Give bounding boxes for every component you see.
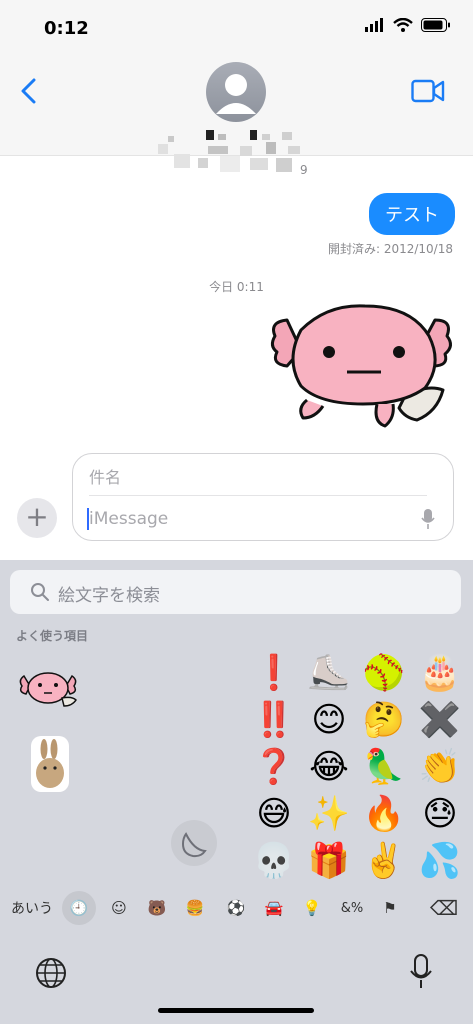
pixelated-contact-name[interactable]: 9 bbox=[158, 128, 318, 178]
add-attachment-button[interactable]: + bbox=[17, 498, 57, 538]
dictation-mic-icon[interactable] bbox=[421, 508, 435, 530]
food-category-icon[interactable]: 🍔 bbox=[179, 888, 211, 928]
kana-keyboard-button[interactable]: あいう bbox=[6, 888, 58, 928]
emoji-key[interactable]: ✖️ bbox=[416, 697, 464, 743]
emoji-key[interactable]: 💀 bbox=[250, 838, 298, 884]
delete-key-icon[interactable]: ⌫ bbox=[424, 888, 464, 928]
rabbit-sticker-thumbnail[interactable] bbox=[30, 735, 70, 793]
emoji-search-input[interactable]: 絵文字を検索 bbox=[58, 581, 160, 606]
emoji-key[interactable]: 😊 bbox=[305, 697, 353, 743]
activity-category-icon[interactable]: ⚽ bbox=[220, 888, 252, 928]
smileys-category-icon[interactable]: ☺ bbox=[103, 888, 135, 928]
emoji-key[interactable]: 🤔 bbox=[360, 697, 408, 743]
symbols-category-icon[interactable]: &% bbox=[336, 888, 368, 928]
compose-box[interactable]: 件名 iMessage bbox=[72, 453, 454, 541]
contact-number-suffix: 9 bbox=[300, 163, 308, 177]
objects-category-icon[interactable]: 💡 bbox=[296, 888, 328, 928]
video-call-icon[interactable] bbox=[411, 78, 445, 104]
subject-field[interactable]: 件名 bbox=[89, 464, 121, 488]
emoji-key[interactable]: 😂 bbox=[305, 744, 353, 790]
frequently-used-label: よく使う項目 bbox=[16, 629, 89, 643]
travel-category-icon[interactable]: 🚘 bbox=[258, 888, 290, 928]
back-chevron-icon[interactable] bbox=[16, 78, 42, 104]
compose-divider bbox=[89, 495, 427, 496]
person-icon bbox=[216, 74, 256, 114]
emoji-key[interactable]: ✨ bbox=[305, 791, 353, 837]
axolotl-sticker[interactable] bbox=[267, 300, 457, 436]
message-input[interactable]: iMessage bbox=[89, 509, 168, 529]
emoji-key[interactable]: 🎁 bbox=[305, 838, 353, 884]
axolotl-sticker-thumbnail[interactable] bbox=[18, 666, 78, 710]
read-receipt: 開封済み: 2012/10/18 bbox=[327, 242, 453, 256]
emoji-key[interactable]: 🦜 bbox=[360, 744, 408, 790]
emoji-key[interactable]: 💦 bbox=[416, 838, 464, 884]
timestamp: 今日 0:11 bbox=[209, 280, 264, 294]
emoji-key[interactable]: 😅 bbox=[250, 791, 298, 837]
emoji-key[interactable]: ❓ bbox=[250, 744, 298, 790]
emoji-key[interactable]: 🥎 bbox=[360, 650, 408, 696]
emoji-search-bar[interactable]: 絵文字を検索 bbox=[10, 570, 461, 614]
emoji-key[interactable]: ⛸️ bbox=[305, 650, 353, 696]
emoji-key[interactable]: ✌️ bbox=[360, 838, 408, 884]
home-indicator[interactable] bbox=[158, 1008, 314, 1013]
battery-icon bbox=[421, 18, 450, 32]
moon-sticker-icon bbox=[181, 832, 207, 858]
animals-category-icon[interactable]: 🐻 bbox=[141, 888, 173, 928]
stickers-button[interactable] bbox=[171, 820, 217, 866]
signal-icon bbox=[365, 18, 383, 32]
emoji-category-bar: あいう 🕘 ☺ 🐻 🍔 ⚽ 🚘 💡 &% ⚑ ⌫ bbox=[0, 888, 473, 928]
emoji-key[interactable]: 🎂 bbox=[416, 650, 464, 696]
dictation-mic-icon[interactable] bbox=[410, 954, 432, 990]
status-time: 0:12 bbox=[44, 18, 89, 39]
wifi-icon bbox=[393, 18, 413, 32]
sent-message-bubble[interactable]: テスト bbox=[369, 193, 455, 235]
emoji-key[interactable]: 😓 bbox=[416, 791, 464, 837]
emoji-key[interactable]: 🔥 bbox=[360, 791, 408, 837]
recents-clock-icon[interactable]: 🕘 bbox=[62, 891, 96, 925]
emoji-key[interactable]: ❗ bbox=[250, 650, 298, 696]
emoji-key[interactable]: 👏 bbox=[416, 744, 464, 790]
search-icon bbox=[31, 583, 49, 601]
emoji-key[interactable]: ‼️ bbox=[250, 697, 298, 743]
status-icons bbox=[365, 18, 451, 32]
contact-avatar[interactable] bbox=[206, 62, 266, 122]
flags-category-icon[interactable]: ⚑ bbox=[374, 888, 406, 928]
globe-icon[interactable] bbox=[34, 956, 68, 990]
